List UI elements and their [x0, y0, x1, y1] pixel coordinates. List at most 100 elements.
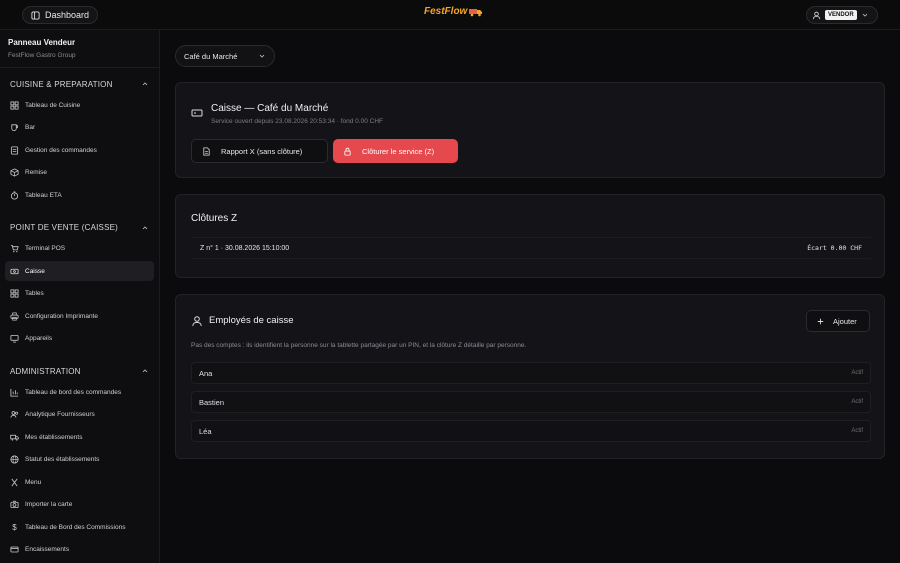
- chart-icon: [10, 388, 19, 397]
- role-badge: VENDOR: [825, 10, 857, 20]
- closure-row[interactable]: Z n° 1 · 30.08.2026 15:10:00 Écart 0.00 …: [191, 237, 871, 259]
- sidebar-item-analytique-fournisseurs[interactable]: Analytique Fournisseurs: [5, 405, 154, 425]
- main-content: Café du Marché Caisse — Café du Marché S…: [160, 30, 900, 563]
- camera-icon: [10, 500, 19, 509]
- sidebar-item-appareils[interactable]: Appareils: [5, 329, 154, 349]
- sidebar-item-label: Tableau ETA: [25, 191, 62, 199]
- venue-select-value: Café du Marché: [184, 51, 238, 61]
- closures-card: Clôtures Z Z n° 1 · 30.08.2026 15:10:00 …: [175, 194, 885, 278]
- truck-logo-icon: [469, 7, 483, 16]
- register-title: Caisse — Café du Marché: [211, 103, 329, 114]
- sidebar-item-label: Gestion des commandes: [25, 146, 97, 154]
- register-card: Caisse — Café du Marché Service ouvert d…: [175, 82, 885, 178]
- close-service-label: Clôturer le service (Z): [362, 146, 435, 156]
- sidebar-item-label: Caisse: [25, 267, 45, 275]
- sidebar-item-label: Encaissements: [25, 546, 70, 553]
- sidebar-toggle-icon: [31, 10, 40, 20]
- sidebar-item-label: Appareils: [25, 335, 53, 342]
- sidebar-item-caisse[interactable]: Caisse: [5, 261, 154, 281]
- chevron-down-icon: [861, 11, 870, 20]
- sidebar-item-tableau-bord-commandes[interactable]: Tableau de bord des commandes: [5, 382, 154, 402]
- user-icon: [191, 315, 203, 327]
- section-point-de-vente[interactable]: POINT DE VENTE (CAISSE): [0, 217, 159, 239]
- sidebar-item-tableau-de-cuisine[interactable]: Tableau de Cuisine: [5, 95, 154, 115]
- sidebar-item-gestion-commandes[interactable]: Gestion des commandes: [5, 140, 154, 160]
- sidebar-item-mes-etablissements[interactable]: Mes établissements: [5, 427, 154, 447]
- user-menu[interactable]: VENDOR: [806, 6, 878, 24]
- top-bar: Dashboard FestFlow VENDOR: [0, 0, 900, 30]
- chevron-up-icon: [140, 80, 149, 89]
- user-icon: [812, 11, 821, 20]
- lock-icon: [343, 147, 352, 156]
- sidebar-item-label: Mes établissements: [25, 433, 83, 441]
- timer-icon: [10, 190, 19, 200]
- users-icon: [10, 410, 19, 419]
- sidebar-item-statut-etablissements[interactable]: Statut des établissements: [5, 450, 154, 470]
- register-subtitle: Service ouvert depuis 23.08.2026 20:53:3…: [211, 118, 383, 125]
- employees-description: Pas des comptes : ils identifient la per…: [191, 342, 527, 349]
- sidebar-item-label: Statut des établissements: [25, 456, 100, 463]
- sidebar-item-label: Analytique Fournisseurs: [25, 411, 95, 418]
- section-admin-label: ADMINISTRATION: [10, 366, 81, 376]
- sidebar-item-importer-carte[interactable]: Importer la carte: [5, 495, 154, 515]
- sidebar-item-tableau-commissions[interactable]: $ Tableau de Bord des Commissions: [5, 517, 154, 537]
- sidebar-item-label: Bar: [25, 124, 36, 131]
- printer-icon: [10, 312, 19, 321]
- section-administration[interactable]: ADMINISTRATION: [0, 360, 159, 382]
- sidebar-item-label: Remise: [25, 169, 48, 176]
- closure-label: Z n° 1 · 30.08.2026 15:10:00: [200, 244, 290, 252]
- sidebar-item-tables[interactable]: Tables: [5, 284, 154, 304]
- cup-icon: [10, 123, 19, 132]
- sidebar-item-label: Importer la carte: [25, 501, 73, 508]
- employee-status: Actif: [851, 428, 863, 434]
- sidebar-item-bar[interactable]: Bar: [5, 118, 154, 138]
- sidebar-title: Panneau Vendeur: [8, 38, 76, 47]
- sidebar-item-encaissements[interactable]: Encaissements: [5, 540, 154, 560]
- sidebar-item-tableau-eta[interactable]: Tableau ETA: [5, 185, 154, 205]
- festflow-logo: FestFlow: [424, 6, 483, 17]
- employee-name: Bastien: [199, 397, 225, 407]
- utensils-icon: [10, 478, 19, 487]
- employee-row[interactable]: Ana Actif: [191, 362, 871, 384]
- dashboard-button[interactable]: Dashboard: [22, 6, 99, 24]
- sidebar-item-label: Menu: [25, 478, 42, 486]
- section-pos-label: POINT DE VENTE (CAISSE): [10, 223, 119, 232]
- closures-title: Clôtures Z: [191, 213, 238, 224]
- list-icon: [10, 145, 19, 155]
- grid-icon: [10, 100, 19, 110]
- report-x-button[interactable]: Rapport X (sans clôture): [191, 139, 328, 163]
- sidebar-item-configuration-imprimante[interactable]: Configuration Imprimante: [5, 306, 154, 326]
- employee-status: Actif: [851, 399, 863, 405]
- register-icon: [191, 107, 203, 119]
- report-x-label: Rapport X (sans clôture): [221, 146, 303, 156]
- employee-status: Actif: [851, 370, 863, 376]
- cart-icon: [10, 244, 19, 253]
- grid-icon: [10, 289, 19, 298]
- employees-card: Employés de caisse Ajouter Pas des compt…: [175, 294, 885, 459]
- register-icon: [10, 267, 19, 276]
- chevron-down-icon: [257, 52, 266, 61]
- section-cuisine[interactable]: CUISINE & PREPARATION: [0, 73, 159, 95]
- monitor-icon: [10, 334, 19, 343]
- box-icon: [10, 168, 19, 177]
- logo-text: FestFlow: [424, 6, 468, 17]
- sidebar-item-label: Tableau de Bord des Commissions: [25, 523, 126, 531]
- chevron-up-icon: [140, 367, 149, 376]
- sidebar-item-remise[interactable]: Remise: [5, 163, 154, 183]
- sidebar: Panneau Vendeur FestFlow Gastro Group CU…: [0, 30, 160, 563]
- close-service-button[interactable]: Clôturer le service (Z): [333, 139, 458, 163]
- employee-row[interactable]: Léa Actif: [191, 420, 871, 442]
- dollar-icon: $: [12, 522, 17, 532]
- globe-icon: [10, 455, 19, 464]
- plus-icon: [816, 317, 825, 326]
- sidebar-subtitle: FestFlow Gastro Group: [8, 52, 76, 59]
- dashboard-label: Dashboard: [45, 10, 90, 20]
- venue-select[interactable]: Café du Marché: [175, 45, 275, 67]
- sidebar-item-menu[interactable]: Menu: [5, 472, 154, 492]
- add-employee-label: Ajouter: [833, 316, 857, 326]
- add-employee-button[interactable]: Ajouter: [806, 310, 870, 332]
- employee-row[interactable]: Bastien Actif: [191, 391, 871, 413]
- sidebar-item-label: Tableau de bord des commandes: [25, 388, 122, 396]
- chevron-up-icon: [140, 223, 149, 232]
- sidebar-item-terminal-pos[interactable]: Terminal POS: [5, 239, 154, 259]
